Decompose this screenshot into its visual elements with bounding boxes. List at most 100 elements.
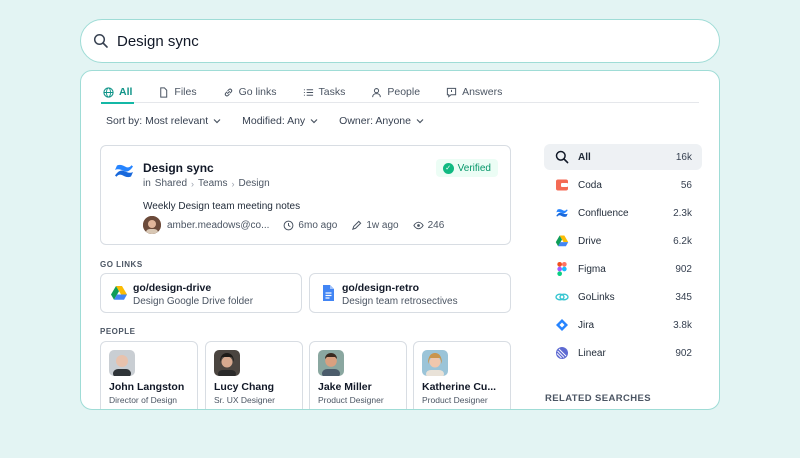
tab-label: Files: [174, 86, 197, 98]
go-link-title: go/design-retro: [342, 282, 420, 294]
source-count: 902: [675, 263, 692, 275]
tab-go-links[interactable]: Go links: [221, 81, 279, 103]
person-role: Sr. UX Designer: [214, 395, 275, 405]
source-label: Coda: [578, 179, 602, 191]
person-card[interactable]: Lucy Chang Sr. UX Designer: [205, 341, 303, 409]
person-role: Product Designer: [422, 395, 488, 405]
top-result-card[interactable]: Design sync in Shared › Teams › Design ✓…: [100, 145, 511, 245]
google-drive-icon: [555, 234, 569, 248]
source-count: 3.8k: [673, 319, 692, 331]
tab-label: Go links: [238, 86, 277, 98]
owner-dropdown[interactable]: Owner: Anyone: [339, 115, 425, 127]
source-label: Figma: [578, 263, 606, 275]
source-label: Confluence: [578, 207, 629, 219]
google-drive-icon: [111, 286, 127, 300]
person-name: John Langston: [109, 381, 185, 393]
created-label: 6mo ago: [298, 219, 338, 231]
chevron-down-icon: [213, 119, 221, 124]
results-panel: All Files Go links Tasks People Answers …: [80, 70, 720, 410]
chevron-right-icon: ›: [191, 178, 195, 189]
source-item-all[interactable]: All 16k: [544, 144, 702, 170]
source-count: 56: [680, 179, 692, 191]
modified-label: Modified: Any: [242, 115, 306, 127]
go-link-card[interactable]: go/design-drive Design Google Drive fold…: [100, 273, 302, 313]
golinks-icon: [555, 290, 569, 304]
source-item-jira[interactable]: Jira 3.8k: [544, 312, 702, 338]
search-icon: [93, 33, 108, 48]
source-item-figma[interactable]: Figma 902: [544, 256, 702, 282]
search-icon: [555, 150, 569, 164]
breadcrumb-item[interactable]: Teams: [198, 178, 227, 189]
owner-email[interactable]: amber.meadows@co...: [167, 220, 269, 231]
source-label: All: [578, 151, 591, 163]
source-item-confluence[interactable]: Confluence 2.3k: [544, 200, 702, 226]
result-title[interactable]: Design sync: [143, 161, 214, 175]
related-searches-heading: RELATED SEARCHES: [545, 393, 651, 404]
result-meta: amber.meadows@co... 6mo ago 1w ago 246: [143, 216, 444, 234]
modified-dropdown[interactable]: Modified: Any: [242, 115, 319, 127]
search-input[interactable]: [117, 32, 677, 50]
go-link-subtitle: Design team retrosectives: [342, 296, 458, 307]
go-link-subtitle: Design Google Drive folder: [133, 296, 254, 307]
coda-icon: [555, 178, 569, 192]
breadcrumb-prefix: in: [143, 178, 151, 189]
source-count: 6.2k: [673, 235, 692, 247]
source-item-linear[interactable]: Linear 902: [544, 340, 702, 366]
chevron-down-icon: [310, 119, 318, 124]
breadcrumb-item[interactable]: Shared: [155, 178, 187, 189]
tab-label: All: [119, 86, 133, 98]
sort-dropdown[interactable]: Sort by: Most relevant: [106, 115, 222, 127]
search-bar[interactable]: [80, 19, 720, 63]
pencil-icon: [352, 220, 362, 230]
tasks-icon: [303, 88, 313, 96]
person-card[interactable]: Jake Miller Product Designer: [309, 341, 407, 409]
source-item-drive[interactable]: Drive 6.2k: [544, 228, 702, 254]
avatar: [214, 350, 240, 376]
file-icon: [160, 86, 168, 98]
source-item-coda[interactable]: Coda 56: [544, 172, 702, 198]
source-label: Linear: [578, 347, 606, 359]
filter-bar: Sort by: Most relevant Modified: Any Own…: [106, 115, 425, 127]
tab-tasks[interactable]: Tasks: [301, 81, 348, 103]
tab-answers[interactable]: Answers: [444, 81, 504, 103]
person-name: Lucy Chang: [214, 381, 275, 393]
edited-meta: 1w ago: [351, 219, 399, 231]
person-card[interactable]: Katherine Cu... Product Designer: [413, 341, 511, 409]
person-name: Katherine Cu...: [422, 381, 497, 393]
avatar: [143, 216, 161, 234]
source-label: GoLinks: [578, 291, 615, 303]
go-link-card[interactable]: go/design-retro Design team retrosective…: [309, 273, 511, 313]
confluence-icon: [115, 164, 133, 178]
tab-files[interactable]: Files: [156, 81, 198, 103]
verified-badge: ✓ Verified: [435, 159, 498, 177]
avatar: [318, 350, 344, 376]
created-meta: 6mo ago: [283, 220, 337, 231]
edited-label: 1w ago: [366, 219, 399, 231]
go-link-title: go/design-drive: [133, 282, 212, 294]
avatar: [422, 350, 448, 376]
source-count: 902: [675, 347, 692, 359]
google-docs-icon: [323, 285, 334, 301]
link-icon: [224, 88, 232, 96]
source-item-golinks[interactable]: GoLinks 345: [544, 284, 702, 310]
result-description: Weekly Design team meeting notes: [143, 201, 301, 212]
verified-label: Verified: [457, 162, 491, 174]
tab-label: Answers: [462, 86, 503, 98]
views-label: 246: [427, 219, 445, 231]
tab-people[interactable]: People: [369, 81, 422, 103]
eye-icon: [412, 221, 424, 229]
person-role: Director of Design: [109, 395, 178, 405]
source-label: Jira: [578, 319, 595, 331]
person-role: Product Designer: [318, 395, 384, 405]
chevron-right-icon: ›: [231, 178, 235, 189]
chevron-down-icon: [416, 119, 424, 124]
source-filter-list: All 16k Coda 56 Confluence 2.3k Drive 6.…: [544, 144, 702, 368]
source-label: Drive: [578, 235, 602, 247]
go-links-heading: GO LINKS: [100, 260, 143, 269]
source-count: 2.3k: [673, 207, 692, 219]
person-card[interactable]: John Langston Director of Design: [100, 341, 198, 409]
tab-all[interactable]: All: [101, 81, 135, 104]
tab-label: People: [387, 86, 421, 98]
breadcrumb-item[interactable]: Design: [239, 178, 270, 189]
breadcrumb: in Shared › Teams › Design: [143, 178, 270, 189]
